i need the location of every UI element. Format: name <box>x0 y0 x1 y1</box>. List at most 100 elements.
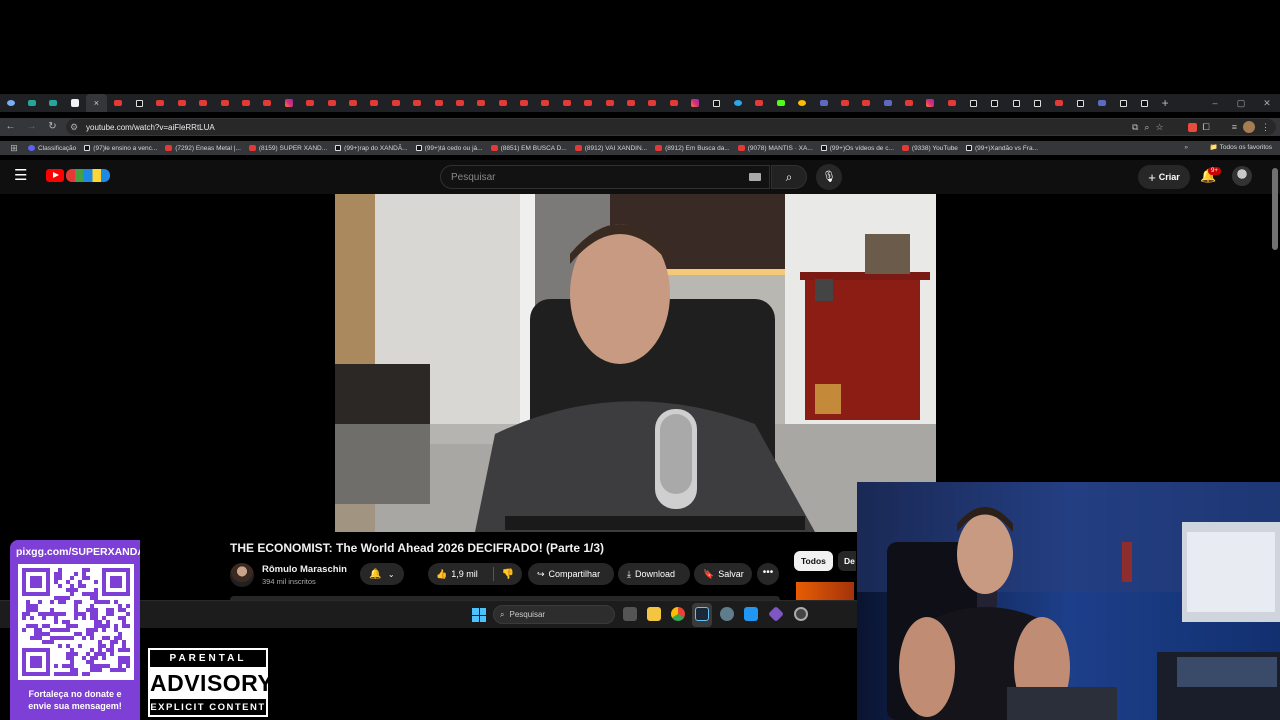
browser-tab[interactable] <box>1134 94 1155 112</box>
browser-tab[interactable] <box>599 94 620 112</box>
chip-todos[interactable]: Todos <box>794 551 833 571</box>
zoom-icon[interactable]: ⌕ <box>1144 122 1149 133</box>
browser-tab[interactable] <box>128 94 149 112</box>
browser-tab[interactable] <box>428 94 449 112</box>
browser-tab[interactable] <box>0 94 21 112</box>
bookmark-item[interactable]: (8159) SUPER XAND... <box>248 145 327 152</box>
browser-tab[interactable] <box>1112 94 1133 112</box>
back-icon[interactable]: ← <box>0 118 21 136</box>
task-view-icon[interactable] <box>623 607 637 621</box>
page-scrollbar[interactable] <box>1272 168 1278 250</box>
browser-tab[interactable] <box>513 94 534 112</box>
browser-tab[interactable] <box>877 94 898 112</box>
browser-tab[interactable] <box>727 94 748 112</box>
browser-tab[interactable] <box>342 94 363 112</box>
browser-tab[interactable] <box>193 94 214 112</box>
account-avatar[interactable] <box>1232 166 1252 186</box>
browser-tab[interactable] <box>578 94 599 112</box>
recommended-video-thumbnail[interactable] <box>796 582 854 600</box>
forward-icon[interactable]: → <box>21 118 42 136</box>
subscription-bell-button[interactable]: 🔔 ⌄ <box>360 563 404 585</box>
all-bookmarks-folder[interactable]: 📁 Todos os favoritos <box>1210 141 1272 155</box>
browser-tab[interactable] <box>685 94 706 112</box>
browser-tab[interactable] <box>813 94 834 112</box>
browser-tab[interactable] <box>791 94 812 112</box>
close-window-button[interactable]: ✕ <box>1254 94 1280 112</box>
browser-tab[interactable] <box>898 94 919 112</box>
extension-icon[interactable] <box>1187 122 1197 132</box>
browser-tab[interactable] <box>171 94 192 112</box>
search-button[interactable]: ⌕ <box>771 165 807 189</box>
bookmark-item[interactable]: (8851) EM BUSCA D... <box>490 145 567 152</box>
keyboard-icon[interactable] <box>749 173 761 181</box>
file-explorer-icon[interactable] <box>647 607 661 621</box>
browser-tab[interactable] <box>299 94 320 112</box>
bookmark-item[interactable]: Classificação <box>28 145 76 152</box>
like-button[interactable]: 👍 1,9 mil <box>428 567 494 581</box>
bookmark-item[interactable]: (97)le ensino a venc... <box>84 145 157 152</box>
voice-search-button[interactable]: 🎙 <box>816 164 842 190</box>
settings-icon[interactable] <box>720 607 734 621</box>
site-info-icon[interactable]: ⚙ <box>66 122 82 133</box>
browser-tab[interactable] <box>492 94 513 112</box>
youtube-logo[interactable] <box>46 169 110 182</box>
browser-tab[interactable] <box>941 94 962 112</box>
browser-tab[interactable] <box>920 94 941 112</box>
bookmark-item[interactable]: (9078) MANTIS · XA... <box>737 145 813 152</box>
bookmark-item[interactable]: (8912) VAI XANDIN... <box>574 145 647 152</box>
browser-tab[interactable] <box>214 94 235 112</box>
browser-tab[interactable] <box>556 94 577 112</box>
bookmark-item[interactable]: (8912) Em Busca da... <box>655 145 730 152</box>
new-tab-button[interactable]: + <box>1155 96 1175 110</box>
browser-tab[interactable] <box>406 94 427 112</box>
bookmark-item[interactable]: (99+)Os vídeos de c... <box>820 145 894 152</box>
active-tab[interactable]: × <box>85 94 107 112</box>
bookmark-item[interactable]: (9338) YouTube <box>901 145 958 152</box>
chip-de[interactable]: De <box>838 551 856 571</box>
chrome-icon[interactable] <box>671 607 685 621</box>
browser-tab[interactable] <box>257 94 278 112</box>
obs-icon[interactable] <box>794 607 808 621</box>
search-input[interactable] <box>441 166 721 188</box>
browser-tab[interactable] <box>963 94 984 112</box>
browser-tab[interactable] <box>235 94 256 112</box>
browser-tab[interactable] <box>64 94 85 112</box>
create-button[interactable]: + Criar <box>1138 165 1190 189</box>
minimize-button[interactable]: – <box>1202 94 1228 112</box>
bookmark-star-icon[interactable]: ☆ <box>1155 122 1163 133</box>
browser-tab[interactable] <box>1005 94 1026 112</box>
profile-avatar[interactable] <box>1243 121 1255 133</box>
browser-tab[interactable] <box>535 94 556 112</box>
url-text[interactable]: youtube.com/watch?v=aiFleRRtLUA <box>86 123 215 132</box>
channel-name[interactable]: Rômulo Maraschin <box>262 564 347 575</box>
browser-tab[interactable] <box>1091 94 1112 112</box>
more-actions-button[interactable]: ••• <box>757 563 779 585</box>
video-player[interactable] <box>335 194 936 532</box>
browser-tab[interactable] <box>1048 94 1069 112</box>
browser-tab[interactable] <box>21 94 42 112</box>
dislike-button[interactable]: 👎 <box>494 569 522 580</box>
channel-avatar[interactable] <box>230 563 254 587</box>
browser-tab[interactable] <box>43 94 64 112</box>
browser-tab[interactable] <box>620 94 641 112</box>
save-button[interactable]: 🔖 Salvar <box>694 563 752 585</box>
browser-tab[interactable] <box>642 94 663 112</box>
browser-tab[interactable] <box>321 94 342 112</box>
media-controls-icon[interactable]: ≡ <box>1232 122 1237 132</box>
browser-tab[interactable] <box>706 94 727 112</box>
browser-tab[interactable] <box>385 94 406 112</box>
share-button[interactable]: ↪ Compartilhar <box>528 563 614 585</box>
apps-grid-icon[interactable]: ⊞ <box>0 143 28 154</box>
browser-tab[interactable] <box>150 94 171 112</box>
browser-tab[interactable] <box>449 94 470 112</box>
browser-tab[interactable] <box>834 94 855 112</box>
browser-tab[interactable] <box>856 94 877 112</box>
chrome-menu-icon[interactable]: ⋮ <box>1261 122 1270 133</box>
maximize-button[interactable]: ▢ <box>1228 94 1254 112</box>
browser-tab[interactable] <box>278 94 299 112</box>
browser-tab[interactable] <box>1027 94 1048 112</box>
browser-tab[interactable] <box>749 94 770 112</box>
browser-tab[interactable] <box>984 94 1005 112</box>
browser-tab[interactable] <box>107 94 128 112</box>
bookmark-item[interactable]: (7292) Eneas Metal |... <box>165 145 241 152</box>
